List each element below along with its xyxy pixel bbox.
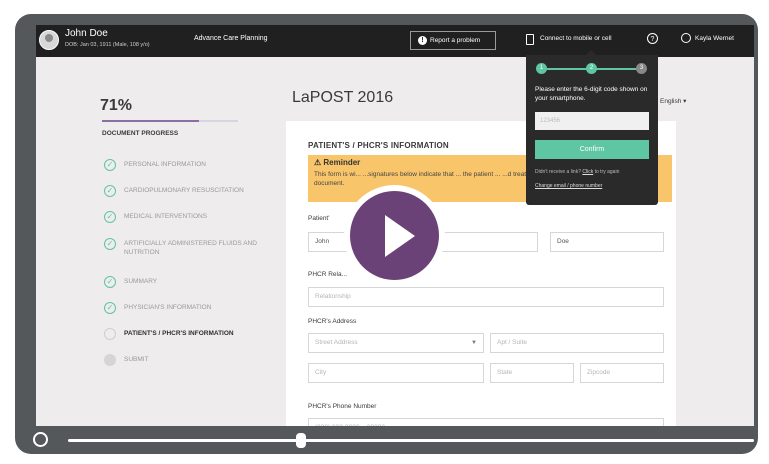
progress-heading: DOCUMENT PROGRESS <box>102 130 179 137</box>
check-icon: ✓ <box>104 302 116 314</box>
change-contact-link[interactable]: Change email / phone number <box>535 183 602 189</box>
last-name-field[interactable]: Doe <box>550 232 664 252</box>
avatar <box>39 30 59 50</box>
check-icon: ✓ <box>104 185 116 197</box>
user-name: Kayla Wernet <box>695 35 734 42</box>
check-icon: ✓ <box>104 159 116 171</box>
help-icon[interactable]: ? <box>647 33 658 44</box>
report-problem-label: Report a problem <box>430 37 481 44</box>
play-icon <box>385 215 415 257</box>
phone-field[interactable]: (000) 000-0000 ~ 00000 <box>308 418 664 426</box>
step-summary[interactable]: ✓ SUMMARY <box>104 276 284 288</box>
step-personal-information[interactable]: ✓ PERSONAL INFORMATION <box>104 159 284 171</box>
phcr-relationship-label: PHCR Rela... <box>308 271 348 278</box>
popup-step-2: 2 <box>586 63 597 74</box>
state-field[interactable]: State <box>490 363 574 383</box>
code-input[interactable]: 123456 <box>535 112 649 130</box>
step-patient-phcr-information[interactable]: PATIENT'S / PHCR'S INFORMATION <box>104 328 284 340</box>
relationship-field[interactable]: Relationship <box>308 287 664 307</box>
playback-circle-icon[interactable] <box>33 432 48 447</box>
progress-bar <box>102 120 238 122</box>
mobile-code-popup: 1 2 3 Please enter the 6-digit code show… <box>526 50 658 205</box>
zipcode-field[interactable]: Zipcode <box>580 363 664 383</box>
resend-link[interactable]: Click <box>582 169 593 175</box>
check-icon: ✓ <box>104 238 116 250</box>
user-icon <box>681 33 691 43</box>
step-physician-information[interactable]: ✓ PHYSICIAN'S INFORMATION <box>104 302 284 314</box>
phone-icon <box>526 34 534 45</box>
patient-label: Patient' <box>308 215 330 222</box>
check-icon: ✓ <box>104 276 116 288</box>
street-address-field[interactable]: Street Address ▼ <box>308 333 484 353</box>
app-header: John Doe DOB: Jan 03, 1911 (Male, 108 y/… <box>36 25 754 57</box>
empty-circle-icon <box>104 328 116 340</box>
user-menu[interactable]: Kayla Wernet <box>681 33 734 43</box>
address-label: PHCR's Address <box>308 318 357 325</box>
step-medical-interventions[interactable]: ✓ MEDICAL INTERVENTIONS <box>104 211 284 223</box>
step-fluids-nutrition[interactable]: ✓ ARTIFICIALLY ADMINISTERED FLUIDS AND NU… <box>104 238 264 258</box>
progress-percent: 71% <box>100 97 133 114</box>
confirm-button[interactable]: Confirm <box>535 140 649 159</box>
seek-bar[interactable] <box>68 439 754 442</box>
progress-bar-fill <box>102 120 199 122</box>
phone-label: PHCR's Phone Number <box>308 403 377 410</box>
section-heading: PATIENT'S / PHCR'S INFORMATION <box>308 141 449 150</box>
patient-dob: DOB: Jan 03, 1911 (Male, 108 y/o) <box>65 42 150 48</box>
play-button[interactable] <box>344 185 445 286</box>
popup-instruction: Please enter the 6-digit code shown on y… <box>535 86 648 103</box>
popup-step-1: 1 <box>536 63 547 74</box>
popup-step-3: 3 <box>636 63 647 74</box>
patient-name: John Doe <box>65 28 108 39</box>
report-problem-button[interactable]: ! Report a problem <box>410 31 496 50</box>
alert-icon: ! <box>418 36 427 45</box>
app-section-title: Advance Care Planning <box>194 35 268 42</box>
step-submit: SUBMIT <box>104 354 284 366</box>
apt-suite-field[interactable]: Apt / Suite <box>490 333 664 353</box>
check-icon: ✓ <box>104 211 116 223</box>
connect-mobile-label: Connect to mobile or cell <box>540 35 612 42</box>
resend-text: Didn't receive a link? Click to try agai… <box>535 169 620 175</box>
connect-mobile-button[interactable]: Connect to mobile or cell <box>526 34 612 45</box>
locked-circle-icon <box>104 354 116 366</box>
language-select[interactable]: English ▾ <box>660 97 686 105</box>
seek-handle[interactable] <box>296 433 307 448</box>
page-title: LaPOST 2016 <box>292 89 394 106</box>
reminder-title: ⚠ Reminder <box>314 158 361 167</box>
city-field[interactable]: City <box>308 363 484 383</box>
chevron-down-icon: ▼ <box>471 340 477 346</box>
play-button-disc <box>350 191 439 280</box>
step-cpr[interactable]: ✓ CARDIOPULMONARY RESUSCITATION <box>104 185 284 197</box>
